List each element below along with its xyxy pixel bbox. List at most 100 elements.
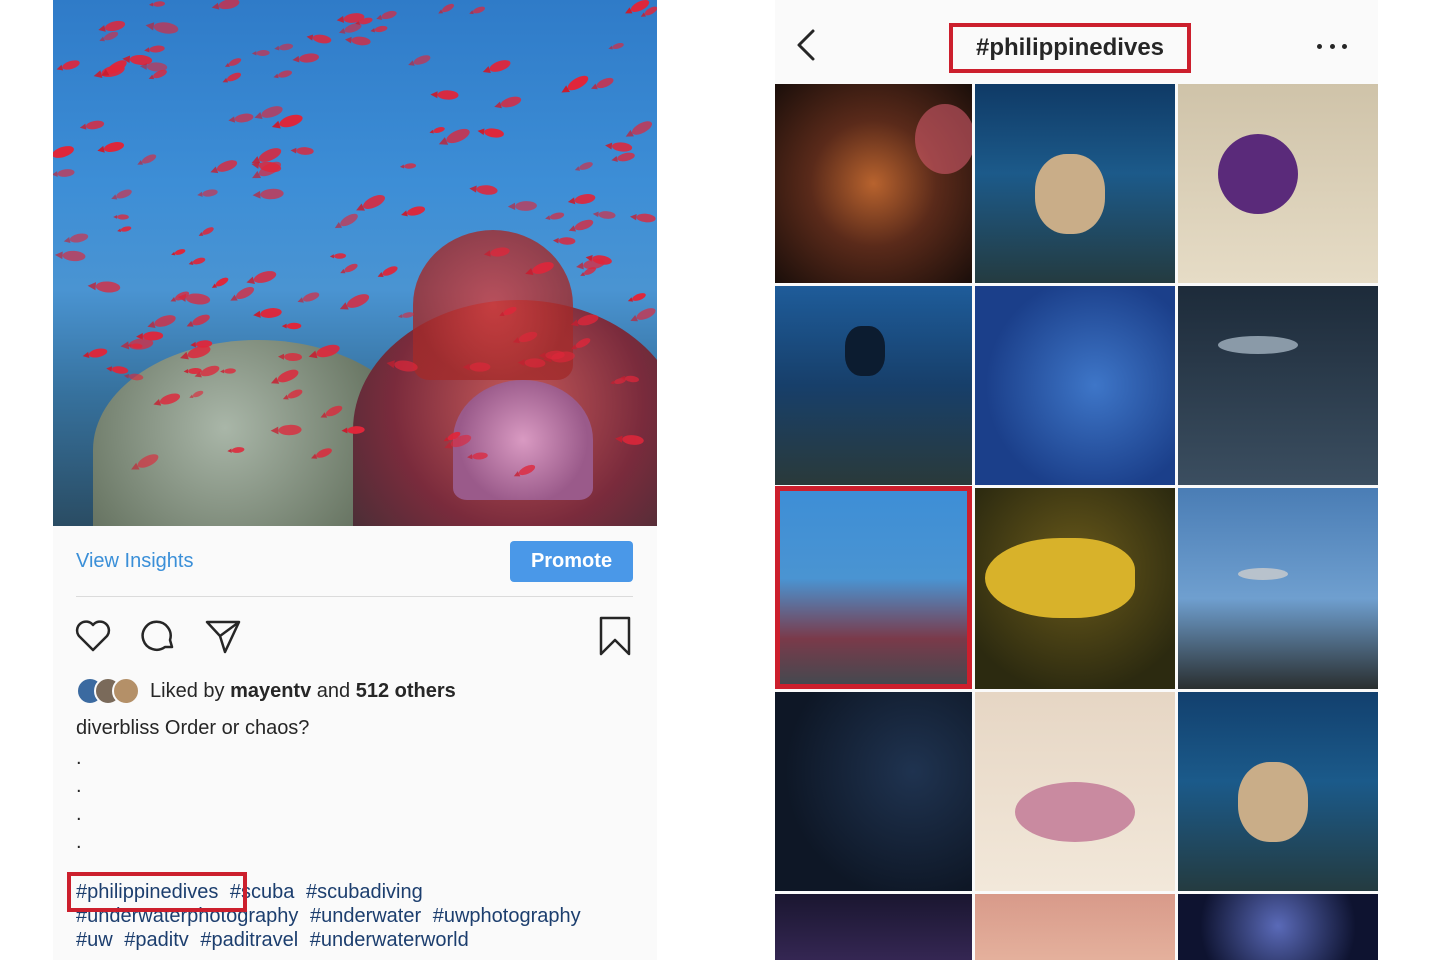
fish — [95, 281, 121, 294]
caption-username[interactable]: diverbliss — [76, 717, 159, 739]
comment-icon[interactable] — [139, 616, 179, 656]
fish — [595, 75, 616, 91]
insights-row: View Insights Promote — [53, 526, 657, 596]
fish — [234, 112, 255, 124]
caption-dot: . — [76, 831, 82, 853]
fish — [201, 188, 219, 198]
grid-post[interactable] — [775, 286, 972, 485]
fish — [488, 57, 513, 75]
fish — [227, 56, 243, 68]
avatar[interactable] — [112, 677, 140, 705]
grid-post[interactable] — [975, 692, 1175, 891]
fish — [344, 291, 371, 312]
grid-post[interactable] — [775, 894, 972, 960]
hashtag-link[interactable]: #uwphotography — [433, 905, 581, 927]
fish — [615, 150, 636, 163]
fish — [338, 210, 361, 229]
grid-post[interactable] — [975, 488, 1175, 689]
fish — [252, 268, 278, 285]
hashtag-link[interactable]: #underwater — [310, 905, 421, 927]
fish — [57, 168, 76, 178]
post-photo[interactable] — [53, 0, 657, 526]
fish — [146, 61, 167, 72]
fish — [403, 162, 417, 170]
fish — [440, 1, 456, 14]
caption-dot: . — [76, 747, 82, 769]
fish — [635, 305, 657, 322]
fish — [201, 225, 216, 237]
fish — [296, 146, 315, 156]
fish — [573, 192, 596, 206]
grid-post[interactable] — [1178, 894, 1378, 960]
highlight-box — [67, 872, 247, 912]
likes-others[interactable]: 512 others — [356, 680, 456, 702]
fish — [444, 125, 473, 147]
fish — [469, 362, 491, 372]
fish — [437, 90, 460, 101]
grid-post[interactable] — [975, 894, 1175, 960]
fish — [514, 200, 537, 211]
grid-post[interactable] — [1178, 692, 1378, 891]
fish — [190, 312, 212, 328]
fish — [472, 5, 487, 16]
fish — [85, 119, 106, 131]
highlight-box — [775, 486, 972, 689]
fish — [120, 225, 133, 233]
fish — [432, 125, 446, 135]
fish — [631, 291, 648, 303]
grid-post[interactable] — [775, 692, 972, 891]
grid-post[interactable] — [775, 84, 972, 283]
grid-post[interactable] — [975, 84, 1175, 283]
hashtag-link[interactable]: #paditv — [124, 929, 189, 951]
caption-dot: . — [76, 775, 82, 797]
fish — [499, 94, 522, 110]
top-bar: #philippinedives — [775, 0, 1378, 84]
fish — [380, 9, 398, 22]
fish — [476, 184, 499, 197]
fish — [578, 160, 594, 172]
liker-username[interactable]: mayentv — [230, 680, 311, 702]
hashtag-link[interactable]: #underwaterworld — [310, 929, 469, 951]
fish — [255, 49, 270, 57]
fish — [277, 68, 293, 79]
fish — [114, 187, 133, 201]
fish — [630, 118, 655, 138]
hashtag-link[interactable]: #paditravel — [200, 929, 298, 951]
chevron-left-icon[interactable] — [793, 28, 821, 62]
caption-text: Order or chaos? — [164, 717, 310, 739]
likes-text: Liked by mayentv and 512 others — [150, 680, 456, 703]
page-title: #philippinedives — [949, 23, 1191, 73]
heart-icon[interactable] — [73, 616, 113, 656]
fish — [192, 256, 207, 266]
fish — [301, 290, 321, 304]
bookmark-icon[interactable] — [595, 616, 635, 656]
grid-post[interactable] — [1178, 286, 1378, 485]
view-insights-link[interactable]: View Insights — [76, 550, 193, 573]
fish — [558, 237, 576, 246]
fish — [565, 72, 591, 93]
share-icon[interactable] — [203, 616, 243, 656]
divider — [76, 596, 633, 597]
fish — [636, 213, 657, 224]
fish — [598, 210, 617, 220]
fish — [187, 367, 202, 374]
fish — [214, 157, 239, 175]
fish — [260, 187, 285, 200]
likes-prefix: Liked by — [150, 679, 225, 702]
grid-post[interactable] — [1178, 84, 1378, 283]
hashtag-link[interactable]: #uw — [76, 929, 113, 951]
fish — [350, 35, 371, 47]
fish — [218, 0, 241, 11]
hashtag-link[interactable]: #scubadiving — [306, 881, 423, 903]
promote-button[interactable]: Promote — [510, 541, 633, 582]
fish — [311, 33, 332, 46]
fish — [278, 42, 294, 51]
more-horizontal-icon[interactable] — [1317, 36, 1347, 56]
fish — [611, 141, 633, 153]
fish — [406, 204, 427, 217]
grid-post[interactable] — [1178, 488, 1378, 689]
fish — [286, 323, 302, 330]
fish — [117, 214, 129, 220]
grid-post[interactable] — [975, 286, 1175, 485]
post-panel: View Insights Promote Liked by mayentv a… — [53, 0, 657, 960]
